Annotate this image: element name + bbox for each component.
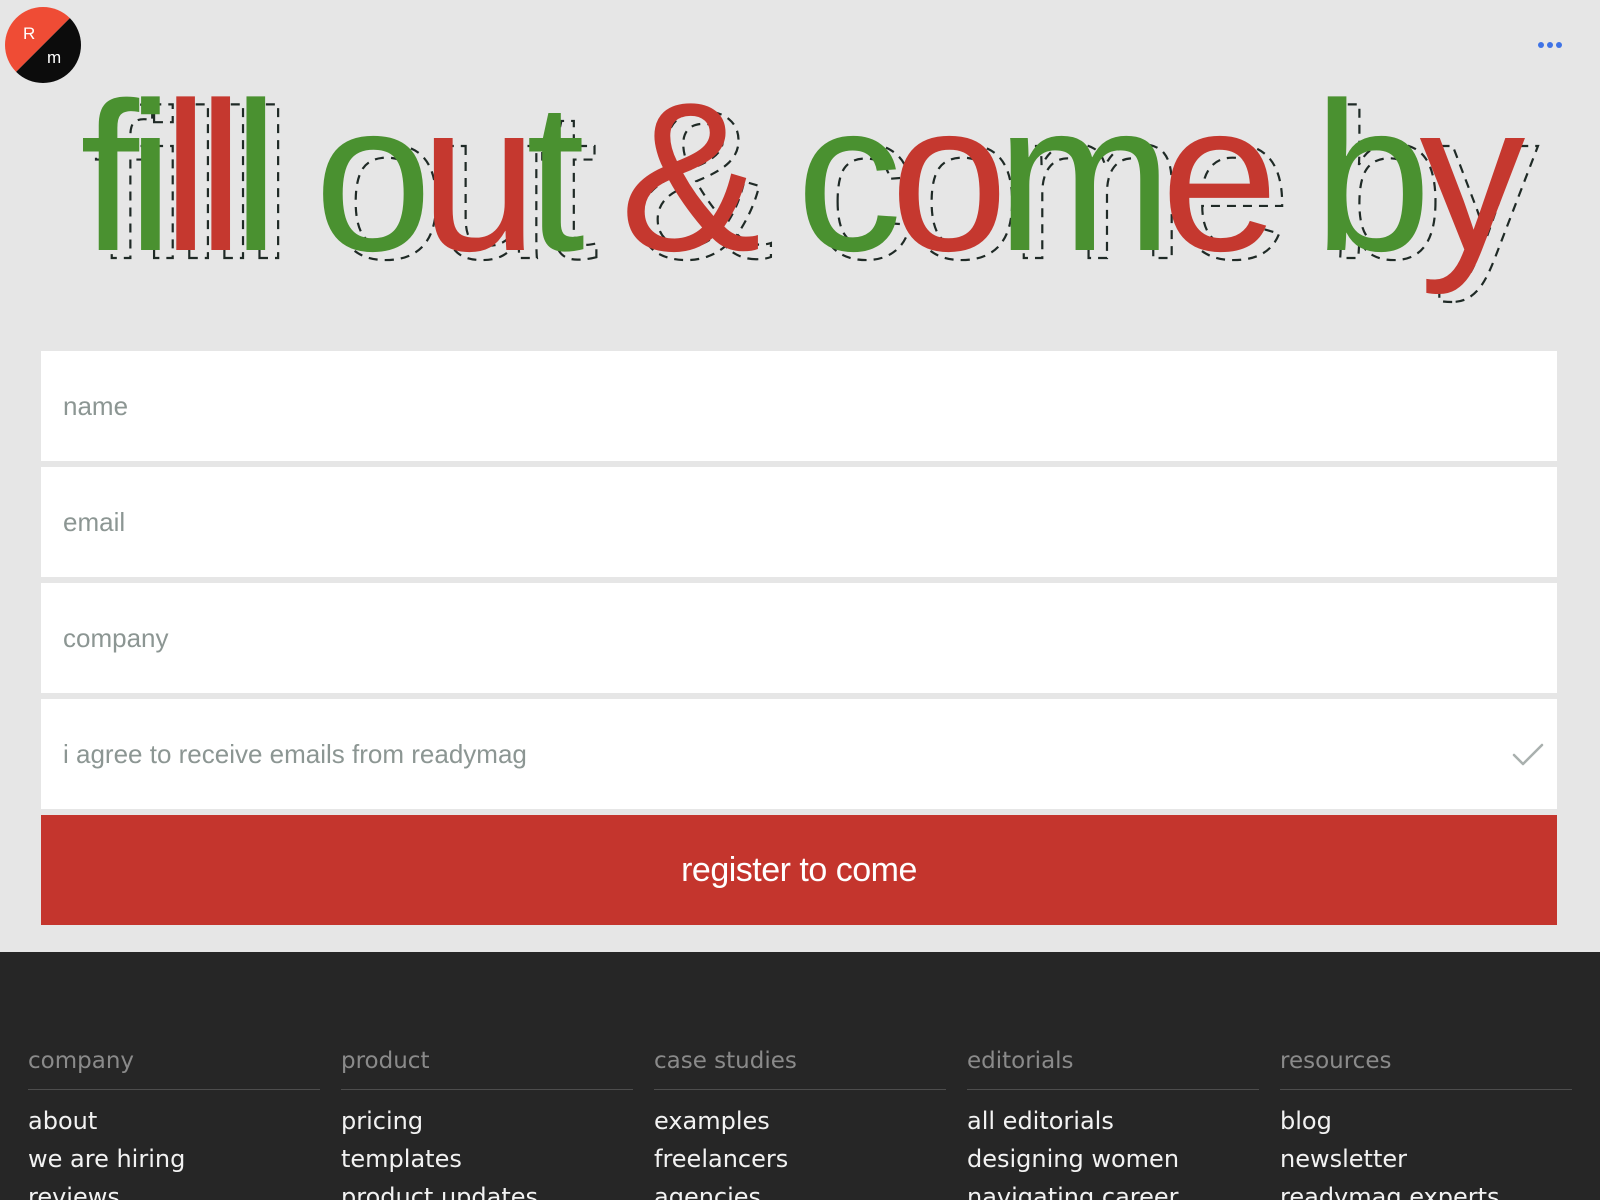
hero-glyph-run: u (420, 62, 526, 295)
footer-column-heading: editorials (967, 1048, 1259, 1090)
hero-glyph-run: fi (80, 62, 162, 295)
hero-glyph-run: c (749, 62, 897, 295)
footer-link[interactable]: navigating career (967, 1178, 1259, 1200)
footer-link[interactable]: reviews (28, 1178, 320, 1200)
footer-link[interactable]: readymag experts (1280, 1178, 1572, 1200)
footer-link[interactable]: product updates (341, 1178, 633, 1200)
footer-column: case studies examples freelancers agencies (654, 1048, 946, 1200)
check-icon[interactable] (1511, 737, 1545, 771)
footer-column-heading: resources (1280, 1048, 1572, 1090)
hero-heading: filll out & come by filll out & come by (0, 62, 1600, 322)
email-field-row (41, 467, 1557, 577)
site-footer: company about we are hiring reviews product p… (0, 952, 1600, 1200)
hero-glyph-run: l (232, 62, 267, 295)
hero-glyph-run: ll (162, 62, 232, 295)
hero-glyph-run: y (1419, 62, 1525, 295)
company-input[interactable] (41, 583, 1557, 693)
footer-column: product pricing templates product updates (341, 1048, 633, 1200)
footer-link[interactable]: newsletter (1280, 1140, 1572, 1178)
register-button[interactable]: register to come (41, 815, 1557, 925)
footer-link[interactable]: examples (654, 1102, 946, 1140)
footer-column-heading: product (341, 1048, 633, 1090)
footer-link[interactable]: freelancers (654, 1140, 946, 1178)
agree-checkbox[interactable]: i agree to receive emails from readymag (41, 699, 1557, 809)
agree-label: i agree to receive emails from readymag (63, 738, 527, 769)
hero-glyph-run: b (1267, 62, 1423, 295)
hero-glyph-run: e (1161, 62, 1270, 295)
hero-heading-svg: filll out & come by filll out & come by (80, 62, 1551, 304)
footer-link[interactable]: templates (341, 1140, 633, 1178)
footer-link[interactable]: agencies (654, 1178, 946, 1200)
footer-link[interactable]: about (28, 1102, 320, 1140)
footer-link[interactable]: pricing (341, 1102, 633, 1140)
hero-glyph-run: o (890, 62, 999, 295)
hero-glyph-run: m (996, 62, 1161, 295)
registration-form: i agree to receive emails from readymag … (41, 351, 1557, 925)
page: R m filll out & come by filll out & come… (0, 0, 1600, 1200)
hero-glyph-run: o (267, 62, 423, 295)
footer-column: company about we are hiring reviews (28, 1048, 320, 1200)
footer-link[interactable]: blog (1280, 1102, 1572, 1140)
footer-column: editorials all editorials designing women n… (967, 1048, 1259, 1200)
footer-column-heading: company (28, 1048, 320, 1090)
email-input[interactable] (41, 467, 1557, 577)
footer-columns: company about we are hiring reviews product p… (28, 1048, 1572, 1200)
footer-column-heading: case studies (654, 1048, 946, 1090)
footer-link[interactable]: all editorials (967, 1102, 1259, 1140)
more-horizontal-icon[interactable] (1532, 36, 1568, 54)
footer-link[interactable]: we are hiring (28, 1140, 320, 1178)
name-input[interactable] (41, 351, 1557, 461)
footer-link[interactable]: designing women (967, 1140, 1259, 1178)
hero-glyph-run: & (573, 62, 759, 295)
logo-letter-r: R (23, 24, 36, 43)
hero-fill-text: filll out & come by (80, 62, 1525, 295)
footer-column: resources blog newsletter readymag experts (1280, 1048, 1572, 1200)
company-field-row (41, 583, 1557, 693)
name-field-row (41, 351, 1557, 461)
